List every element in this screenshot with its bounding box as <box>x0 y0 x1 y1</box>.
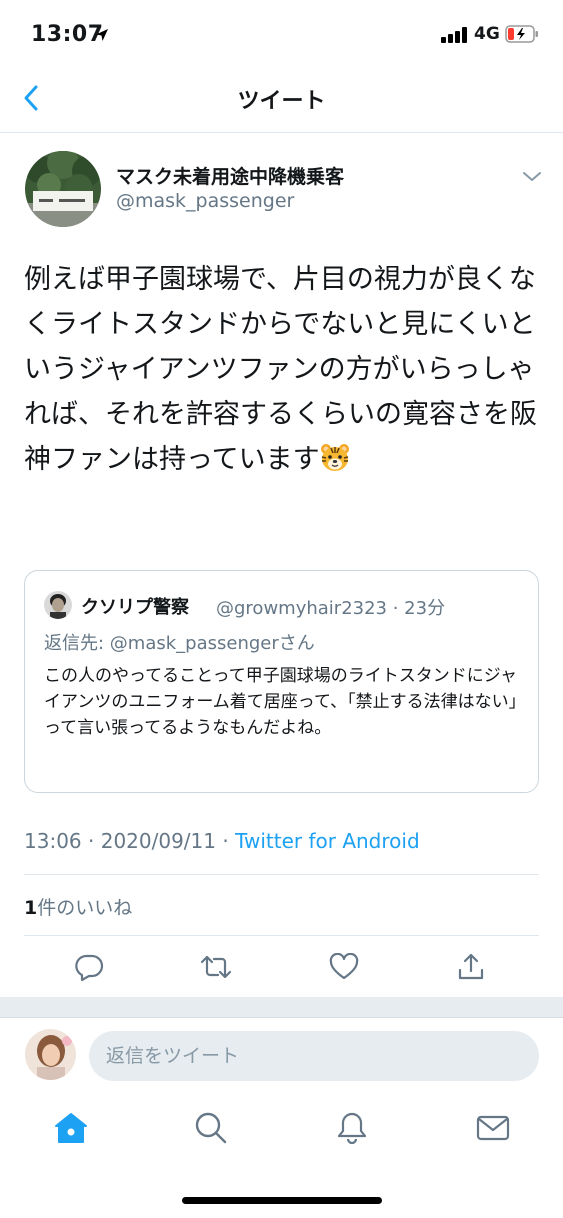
tweet-source-link[interactable]: Twitter for Android <box>235 829 420 853</box>
reply-to-line: 返信先: @mask_passengerさん <box>44 629 315 655</box>
quoted-age: 23分 <box>404 598 446 619</box>
home-indicator[interactable] <box>182 1197 382 1204</box>
tweet-time: 13:06 <box>24 829 82 853</box>
retweet-icon <box>200 955 232 979</box>
quoted-author-handle-and-age: @growmyhair2323 · 23分 <box>216 598 446 619</box>
reply-to-suffix: さん <box>278 633 315 654</box>
bell-icon <box>337 1112 367 1145</box>
status-bar: 13:07 4G <box>0 0 563 66</box>
tab-home[interactable] <box>51 1108 91 1148</box>
reply-icon <box>75 954 104 982</box>
reply-input[interactable] <box>89 1031 539 1081</box>
heart-icon <box>329 953 359 980</box>
section-separator <box>0 997 563 1018</box>
battery-icon <box>505 25 539 43</box>
quoted-author-name: クソリプ警察 <box>81 597 189 618</box>
quoted-handle: @growmyhair2323 <box>216 598 387 619</box>
share-button[interactable] <box>454 950 488 984</box>
reply-to-prefix: 返信先: <box>44 633 110 654</box>
tweet-timestamp: 13:06 · 2020/09/11 · Twitter for Android <box>24 829 420 853</box>
chevron-down-icon <box>523 172 541 181</box>
retweet-button[interactable] <box>199 950 233 984</box>
author-handle[interactable]: @mask_passenger <box>116 190 294 212</box>
quoted-tweet-card[interactable]: クソリプ警察 @growmyhair2323 · 23分 返信先: @mask_… <box>24 570 539 793</box>
network-type: 4G <box>474 24 500 44</box>
current-user-avatar[interactable] <box>25 1029 76 1080</box>
search-icon <box>195 1112 227 1144</box>
cellular-signal-icon <box>441 27 468 43</box>
tweet-body: 例えば甲子園球場で、片目の視力が良くなくライトスタンドからでないと見にくいという… <box>24 257 544 482</box>
reply-to-mention: @mask_passenger <box>109 633 279 654</box>
navigation-bar: ツイート <box>0 66 563 133</box>
like-button[interactable] <box>327 950 361 984</box>
tab-messages[interactable] <box>473 1108 513 1148</box>
author-display-name[interactable]: マスク未着用途中降機乗客 <box>116 162 344 189</box>
status-time: 13:07 <box>31 22 104 47</box>
location-arrow-icon <box>95 27 109 46</box>
author-avatar[interactable] <box>25 151 101 227</box>
likes-count: 1 <box>24 897 38 919</box>
mail-icon <box>476 1115 510 1141</box>
divider <box>24 935 539 936</box>
quoted-tweet-text: この人のやってることって甲子園球場のライトスタンドにジャイアンツのユニフォーム着… <box>44 666 518 738</box>
share-icon <box>458 953 484 980</box>
likes-label: 件のいいね <box>37 897 133 919</box>
likes-count-link[interactable]: 1件のいいね <box>24 893 132 920</box>
reply-button[interactable] <box>72 950 106 984</box>
tab-notifications[interactable] <box>332 1108 372 1148</box>
tab-search[interactable] <box>191 1108 231 1148</box>
quoted-author-avatar <box>44 591 72 619</box>
page-title: ツイート <box>237 89 326 114</box>
divider <box>24 874 539 875</box>
home-icon <box>55 1113 87 1143</box>
tweet-text: 例えば甲子園球場で、片目の視力が良くなくライトスタンドからでないと見にくいという… <box>24 264 537 475</box>
tweet-date: 2020/09/11 <box>100 829 216 853</box>
tweet-options-button[interactable] <box>519 167 545 187</box>
tiger-face-icon <box>320 442 350 472</box>
